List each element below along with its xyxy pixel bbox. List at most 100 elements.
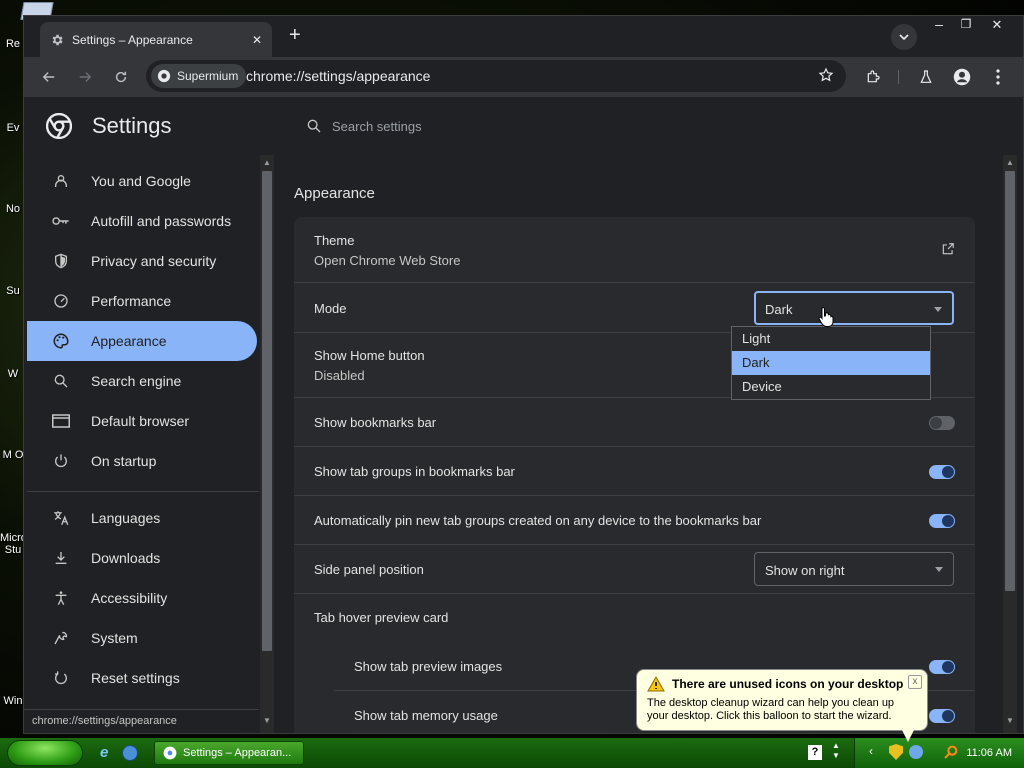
external-link-icon[interactable] — [941, 242, 955, 256]
gear-icon — [50, 33, 64, 47]
chrome-logo-icon — [163, 746, 177, 760]
chevron-down-icon — [899, 34, 909, 40]
sidebar-item-appearance[interactable]: Appearance — [27, 321, 257, 361]
caret-down-icon — [935, 567, 943, 572]
maximize-button[interactable]: ❐ — [956, 17, 976, 31]
scroll-up-arrow[interactable]: ▲ — [1003, 155, 1017, 169]
sidebar-item-accessibility[interactable]: Accessibility — [27, 578, 257, 618]
extensions-button[interactable] — [859, 63, 887, 91]
taskbar-button-settings[interactable]: Settings – Appearan... — [154, 741, 304, 765]
sidebar-item-label: You and Google — [91, 173, 191, 189]
search-icon — [51, 371, 71, 391]
sidebar-item-languages[interactable]: Languages — [27, 498, 257, 538]
theme-row[interactable]: Theme Open Chrome Web Store — [294, 217, 975, 283]
theme-label: Theme — [314, 233, 355, 248]
clock[interactable]: 11:06 AM — [966, 747, 1012, 759]
settings-brand: Settings — [46, 113, 172, 139]
person-icon — [51, 171, 71, 191]
profile-button[interactable] — [948, 63, 976, 91]
autopin-row: Automatically pin new tab groups created… — [294, 496, 975, 545]
search-settings-input[interactable]: Search settings — [294, 109, 984, 143]
settings-main: Appearance Theme Open Chrome Web Store M… — [279, 155, 1001, 733]
taskbar-task-title: Settings – Appearan... — [183, 747, 292, 759]
preview-images-toggle[interactable] — [929, 660, 955, 674]
tab-groups-label: Show tab groups in bookmarks bar — [314, 464, 515, 479]
tray-scroll-icon[interactable]: ▲ ▼ — [832, 741, 840, 761]
mode-select[interactable]: Dark — [754, 291, 954, 325]
bookmarks-bar-row: Show bookmarks bar — [294, 398, 975, 447]
browser-icon — [51, 411, 71, 431]
omnibox[interactable]: Supermium chrome://settings/appearance — [146, 60, 846, 92]
scroll-thumb[interactable] — [262, 171, 272, 651]
balloon-close-button[interactable]: x — [908, 675, 922, 689]
tray-expand-icon[interactable]: ‹ — [869, 744, 873, 758]
mode-option-light[interactable]: Light — [732, 327, 930, 351]
ie-icon[interactable]: e — [100, 744, 108, 761]
side-panel-row: Side panel position Show on right — [294, 545, 975, 594]
chrome-logo-icon — [46, 113, 72, 139]
sidebar-item-privacy[interactable]: Privacy and security — [27, 241, 257, 281]
quicklaunch-icon[interactable] — [122, 745, 138, 761]
network-icon[interactable] — [909, 745, 923, 759]
star-icon[interactable] — [818, 67, 834, 83]
mode-label: Mode — [314, 301, 347, 316]
scroll-up-arrow[interactable]: ▲ — [260, 155, 274, 169]
side-panel-label: Side panel position — [314, 562, 424, 577]
search-tray-icon[interactable] — [943, 744, 959, 760]
security-shield-icon[interactable] — [889, 744, 903, 760]
scroll-down-arrow[interactable]: ▼ — [260, 713, 274, 727]
sidebar-divider — [27, 491, 259, 492]
sidebar-item-autofill[interactable]: Autofill and passwords — [27, 201, 257, 241]
sidebar-item-label: Languages — [91, 510, 161, 526]
new-tab-button[interactable]: + — [289, 24, 301, 47]
sidebar-item-label: Autofill and passwords — [91, 213, 232, 229]
mode-option-dark[interactable]: Dark — [732, 351, 930, 375]
balloon-body: The desktop cleanup wizard can help you … — [647, 697, 895, 722]
close-tab-icon[interactable]: ✕ — [252, 33, 262, 47]
supermium-logo-icon — [157, 69, 171, 83]
warning-icon — [647, 676, 665, 692]
sidebar-item-search-engine[interactable]: Search engine — [27, 361, 257, 401]
mode-option-device[interactable]: Device — [732, 375, 930, 399]
key-icon — [51, 211, 71, 231]
menu-button[interactable] — [984, 63, 1012, 91]
appearance-card: Theme Open Chrome Web Store Mode Dark Sh… — [294, 217, 975, 733]
kebab-menu-icon — [996, 69, 1000, 85]
reload-button[interactable] — [107, 63, 135, 91]
main-scrollbar[interactable]: ▲ ▼ — [1003, 155, 1017, 733]
taskbar: e Settings – Appearan... ? ▲ ▼ ‹ 11:06 AM — [0, 738, 1024, 768]
palette-icon — [51, 331, 71, 351]
scroll-down-arrow[interactable]: ▼ — [1003, 713, 1017, 727]
sidebar-scrollbar[interactable]: ▲ ▼ — [260, 155, 274, 733]
sidebar-item-system[interactable]: System — [27, 618, 257, 658]
sidebar-item-reset[interactable]: Reset settings — [27, 658, 257, 698]
tab-groups-toggle[interactable] — [929, 465, 955, 479]
preview-images-label: Show tab preview images — [354, 659, 503, 674]
url-text[interactable]: chrome://settings/appearance — [246, 68, 430, 84]
minimize-button[interactable]: – — [929, 16, 949, 32]
tab-strip: Settings – Appearance ✕ + – ❐ ✕ — [24, 16, 1023, 57]
sidebar-item-on-startup[interactable]: On startup — [27, 441, 257, 481]
close-window-button[interactable]: ✕ — [987, 17, 1007, 33]
autopin-toggle[interactable] — [929, 514, 955, 528]
toolbar: Supermium chrome://settings/appearance — [24, 57, 1023, 97]
sidebar-item-downloads[interactable]: Downloads — [27, 538, 257, 578]
wrench-icon — [51, 628, 71, 648]
sidebar-item-default-browser[interactable]: Default browser — [27, 401, 257, 441]
desktop-cleanup-balloon[interactable]: There are unused icons on your desktop x… — [636, 669, 928, 731]
help-icon[interactable]: ? — [808, 745, 822, 760]
side-panel-select[interactable]: Show on right — [754, 552, 954, 586]
labs-button[interactable] — [912, 63, 940, 91]
back-button[interactable] — [35, 63, 63, 91]
sidebar-item-you-and-google[interactable]: You and Google — [27, 161, 257, 201]
shield-icon — [51, 251, 71, 271]
site-chip[interactable]: Supermium — [151, 64, 247, 88]
start-button[interactable] — [7, 740, 83, 766]
tab-search-button[interactable] — [891, 24, 917, 50]
scroll-thumb[interactable] — [1005, 171, 1015, 591]
bookmarks-bar-toggle[interactable] — [929, 416, 955, 430]
forward-button[interactable] — [71, 63, 99, 91]
tab-settings[interactable]: Settings – Appearance ✕ — [40, 22, 272, 57]
sidebar-item-performance[interactable]: Performance — [27, 281, 257, 321]
memory-usage-toggle[interactable] — [929, 709, 955, 723]
